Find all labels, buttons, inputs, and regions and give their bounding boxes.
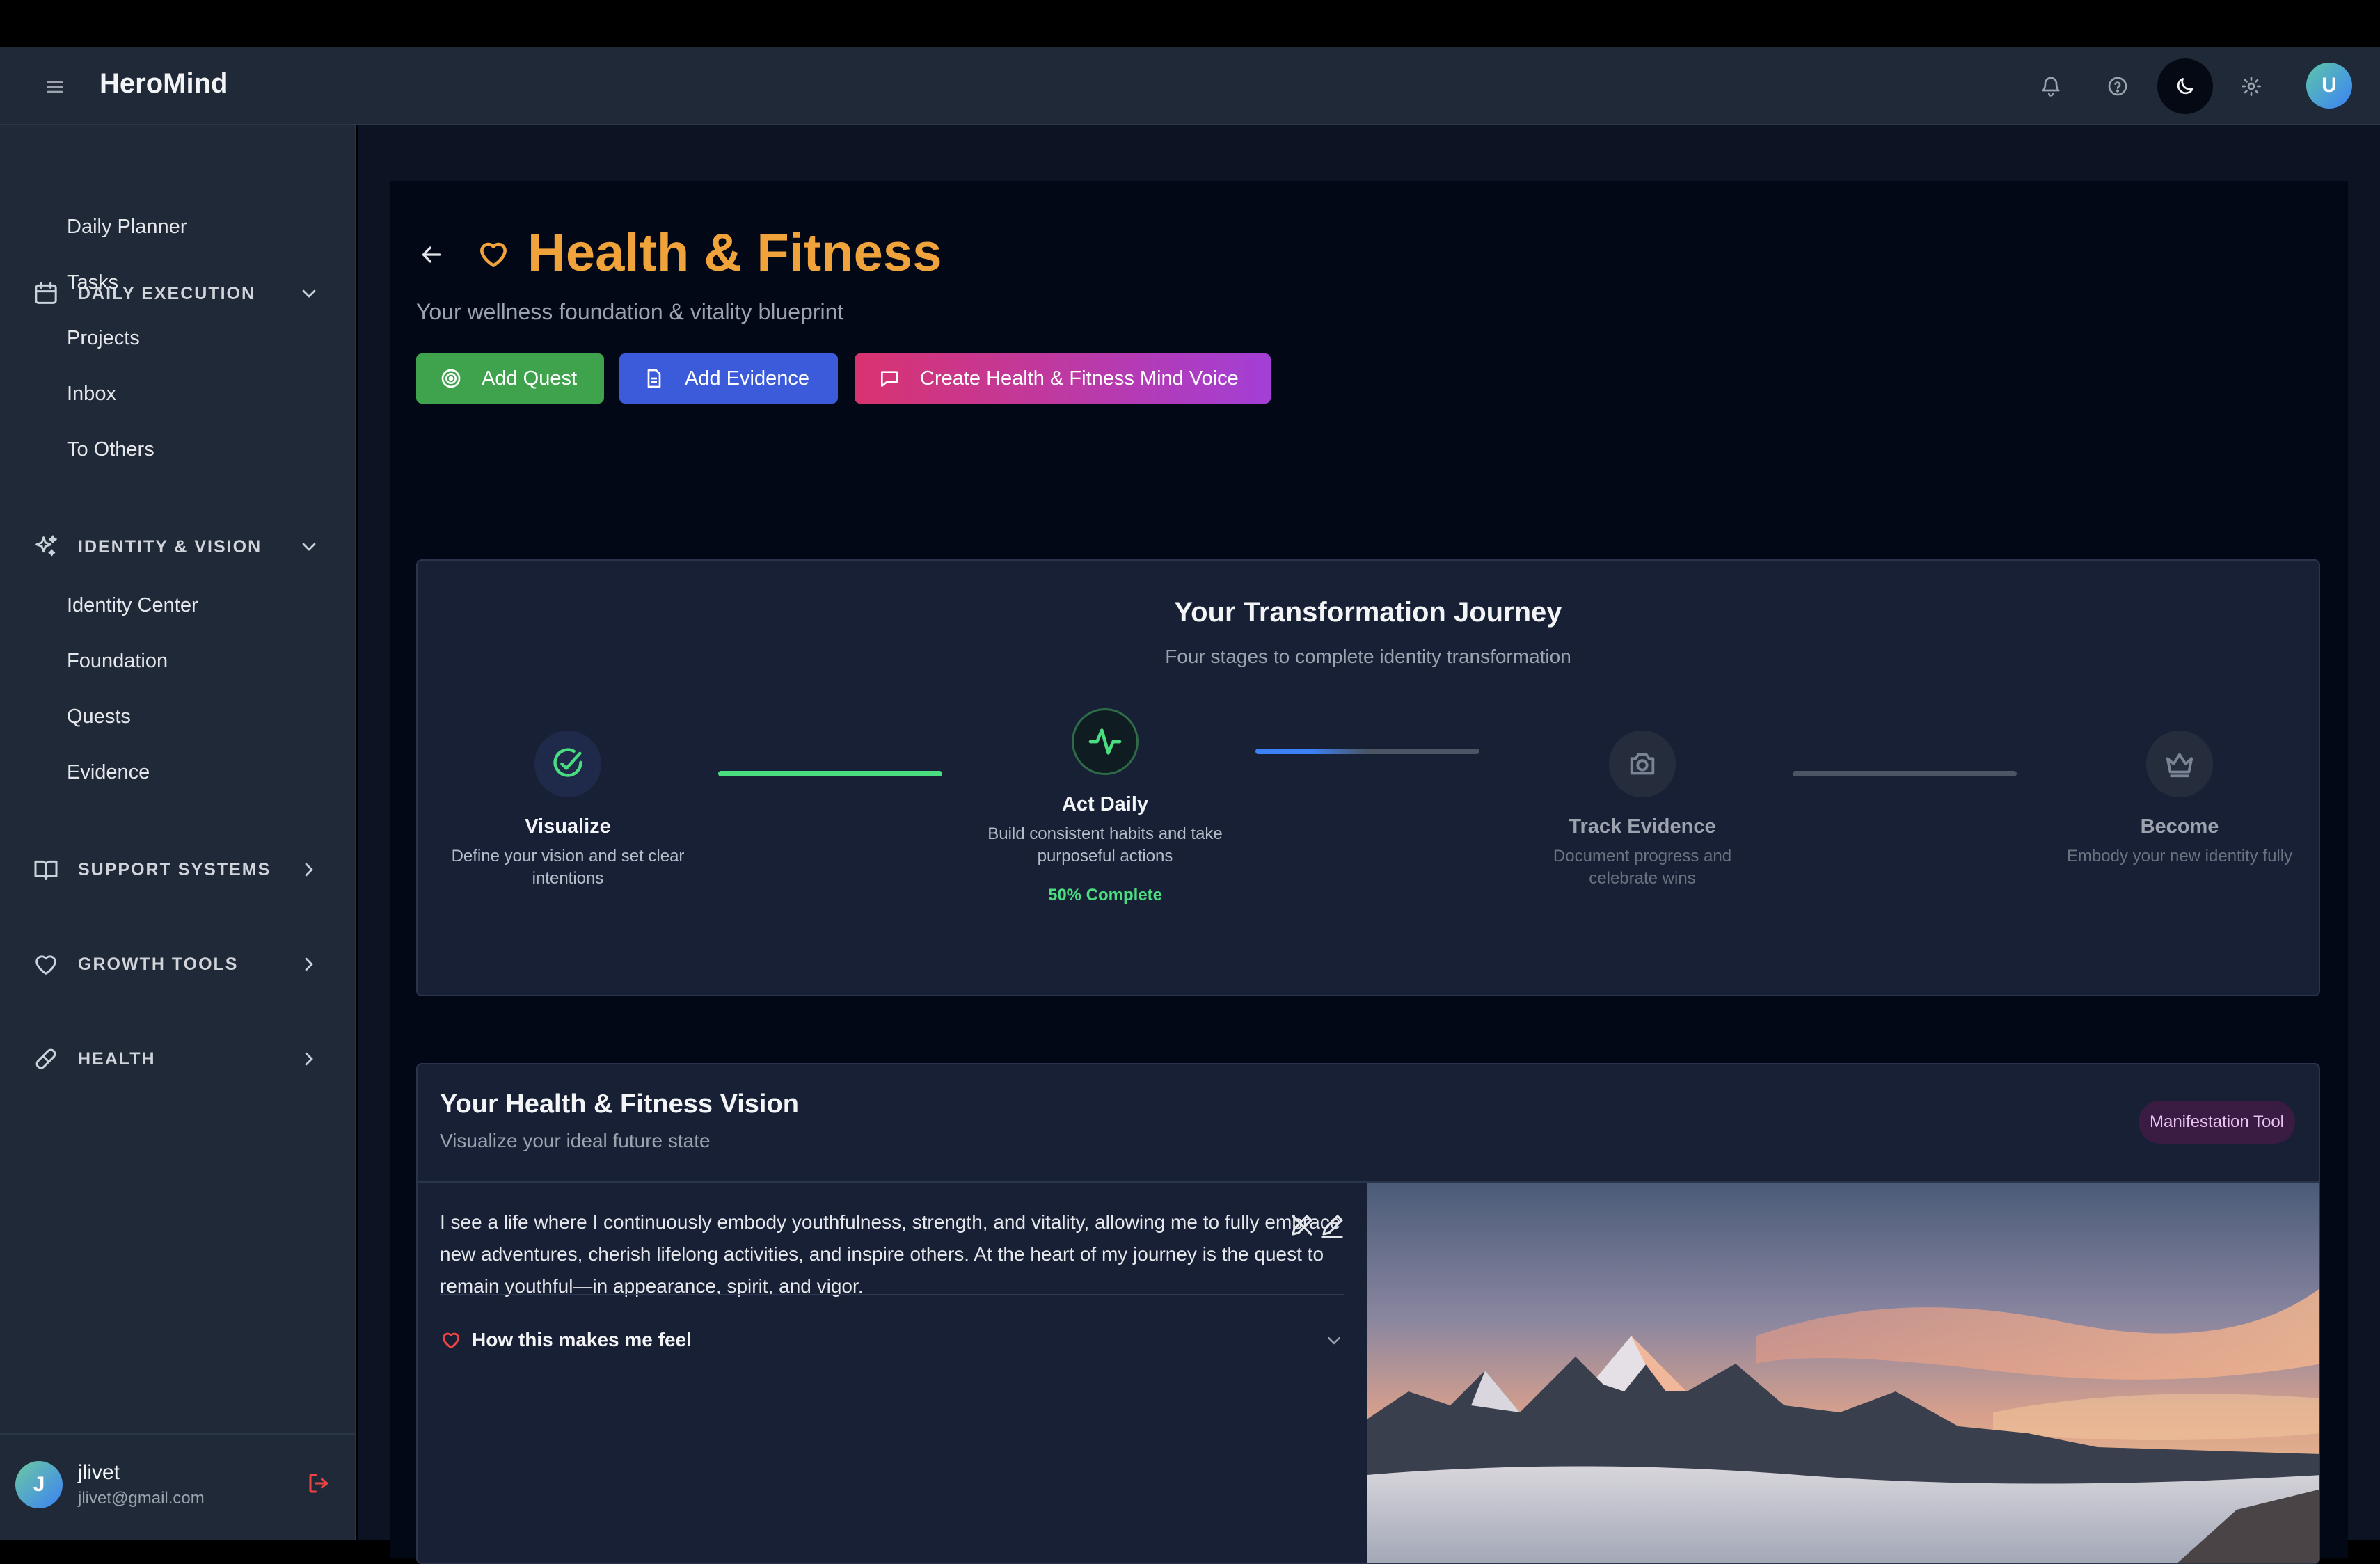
sidebar-item-projects[interactable]: Projects — [67, 327, 140, 350]
sidebar-section-daily-execution[interactable]: DAILY EXECUTION — [0, 269, 356, 317]
add-evidence-label: Add Evidence — [685, 367, 809, 390]
stage-visualize[interactable]: Visualize Define your vision and set cle… — [450, 731, 686, 890]
sidebar-section-health[interactable]: HEALTH — [0, 1034, 356, 1083]
chevron-down-icon — [302, 543, 316, 551]
sidebar-section-growth-tools[interactable]: GROWTH TOOLS — [0, 939, 356, 988]
how-this-makes-me-feel-toggle[interactable]: How this makes me feel — [440, 1326, 1344, 1354]
stage-icon-wrap — [1609, 731, 1676, 797]
stage-connector-2 — [1255, 749, 1479, 754]
logout-icon[interactable] — [306, 1471, 331, 1496]
stage-description: Define your vision and set clear intenti… — [451, 847, 685, 888]
camera-icon — [1630, 753, 1655, 775]
sidebar-item-tasks[interactable]: Tasks — [67, 271, 118, 294]
add-evidence-button[interactable]: Add Evidence — [619, 353, 838, 404]
sidebar-item-quests[interactable]: Quests — [67, 705, 131, 728]
chevron-right-icon — [305, 863, 313, 877]
stage-track-evidence[interactable]: Track Evidence Document progress and cel… — [1524, 731, 1761, 890]
moon-icon — [2177, 78, 2193, 95]
journey-subtitle: Four stages to complete identity transfo… — [1165, 646, 1571, 667]
stage-icon-wrap — [1072, 708, 1139, 775]
stage-act-daily[interactable]: Act Daily Build consistent habits and ta… — [987, 708, 1223, 905]
vision-subtitle: Visualize your ideal future state — [440, 1130, 711, 1151]
stage-icon-wrap — [2146, 731, 2213, 797]
stage-name: Act Daily — [1061, 793, 1149, 815]
sidebar-user-card: J jlivet jlivet@gmail.com — [0, 1433, 356, 1540]
stage-description: Embody your new identity fully — [2066, 847, 2293, 865]
chevron-down-icon — [302, 289, 316, 298]
message-square-icon — [881, 371, 898, 387]
check-circle-icon — [553, 748, 582, 777]
sidebar-item-daily-planner[interactable]: Daily Planner — [67, 216, 187, 239]
chevron-right-icon — [305, 957, 313, 971]
stage-progress-label: 50% Complete — [1047, 886, 1163, 904]
sidebar-section-title: HEALTH — [78, 1049, 156, 1069]
heart-icon — [480, 242, 507, 267]
user-email: jlivet@gmail.com — [78, 1489, 205, 1508]
heart-icon — [35, 955, 56, 975]
sidebar-item-evidence[interactable]: Evidence — [67, 761, 150, 784]
user-avatar[interactable]: U — [2306, 63, 2352, 109]
theme-toggle-button[interactable] — [2157, 58, 2213, 114]
sidebar-section-title: SUPPORT SYSTEMS — [78, 860, 271, 879]
stage-name: Track Evidence — [1569, 815, 1716, 838]
vision-statement: I see a life where I continuously embody… — [440, 1211, 1341, 1297]
heart-icon — [442, 1332, 460, 1349]
content-panel: Health & Fitness Your wellness foundatio… — [390, 181, 2348, 1564]
help-icon[interactable] — [2102, 70, 2134, 102]
gear-icon[interactable] — [2235, 70, 2267, 102]
activity-icon — [1088, 728, 1122, 755]
pill-icon — [35, 1048, 56, 1069]
stage-become[interactable]: Become Embody your new identity fully — [2061, 731, 2298, 868]
target-icon — [441, 369, 461, 388]
sidebar-section-support-systems[interactable]: SUPPORT SYSTEMS — [0, 845, 356, 893]
sidebar-item-foundation[interactable]: Foundation — [67, 650, 168, 673]
back-arrow-icon[interactable] — [418, 241, 445, 269]
crown-icon — [2166, 753, 2193, 778]
page-title: Health & Fitness — [527, 223, 942, 282]
chevron-down-icon — [1328, 1337, 1340, 1345]
stage-description: Document progress and celebrate wins — [1553, 847, 1732, 888]
add-quest-label: Add Quest — [482, 367, 578, 390]
edit-pen-icons[interactable] — [1289, 1211, 1344, 1238]
sidebar: DAILY EXECUTION Daily Planner Tasks Proj… — [0, 125, 356, 1540]
stage-connector-3 — [1793, 771, 2017, 776]
add-quest-button[interactable]: Add Quest — [416, 353, 604, 404]
stage-name: Become — [2140, 815, 2219, 838]
bell-icon[interactable] — [2035, 70, 2067, 102]
sidebar-section-title: IDENTITY & VISION — [78, 537, 262, 557]
hamburger-menu-icon[interactable] — [43, 75, 67, 99]
document-icon — [647, 369, 661, 388]
chevron-right-icon — [305, 1052, 313, 1066]
stage-icon-wrap — [534, 731, 601, 797]
sidebar-section-identity-vision[interactable]: IDENTITY & VISION — [0, 522, 356, 570]
manifestation-tool-badge: Manifestation Tool — [2138, 1101, 2295, 1144]
journey-title: Your Transformation Journey — [1174, 597, 1562, 628]
stage-name: Visualize — [525, 815, 611, 838]
sidebar-item-identity-center[interactable]: Identity Center — [67, 594, 198, 617]
create-mind-voice-label: Create Health & Fitness Mind Voice — [920, 367, 1239, 390]
main-content: Health & Fitness Your wellness foundatio… — [358, 125, 2380, 1564]
stage-description: Build consistent habits and take purpose… — [987, 824, 1223, 865]
sidebar-section-title: GROWTH TOOLS — [78, 955, 239, 974]
user-name: jlivet — [78, 1461, 120, 1484]
divider — [440, 1294, 1344, 1295]
stage-connector-1 — [718, 771, 942, 776]
sparkles-icon — [35, 535, 57, 557]
book-icon — [34, 860, 58, 880]
sidebar-item-to-others[interactable]: To Others — [67, 438, 154, 461]
mountain-sunset-image — [1367, 1183, 2319, 1563]
sidebar-item-inbox[interactable]: Inbox — [67, 383, 116, 406]
screen-top-bezel — [0, 0, 2380, 47]
transformation-journey-card: Your Transformation Journey Four stages … — [416, 559, 2320, 996]
app-brand[interactable]: HeroMind — [100, 68, 228, 99]
calendar-icon — [35, 282, 57, 304]
vision-title: Your Health & Fitness Vision — [440, 1090, 799, 1119]
feel-label: How this makes me feel — [472, 1329, 692, 1350]
user-avatar[interactable]: J — [15, 1461, 63, 1508]
page-subtitle: Your wellness foundation & vitality blue… — [416, 299, 844, 324]
vision-card: Your Health & Fitness Vision Visualize y… — [416, 1063, 2320, 1564]
top-bar: HeroMind U — [0, 47, 2380, 125]
create-mind-voice-button[interactable]: Create Health & Fitness Mind Voice — [855, 353, 1271, 404]
